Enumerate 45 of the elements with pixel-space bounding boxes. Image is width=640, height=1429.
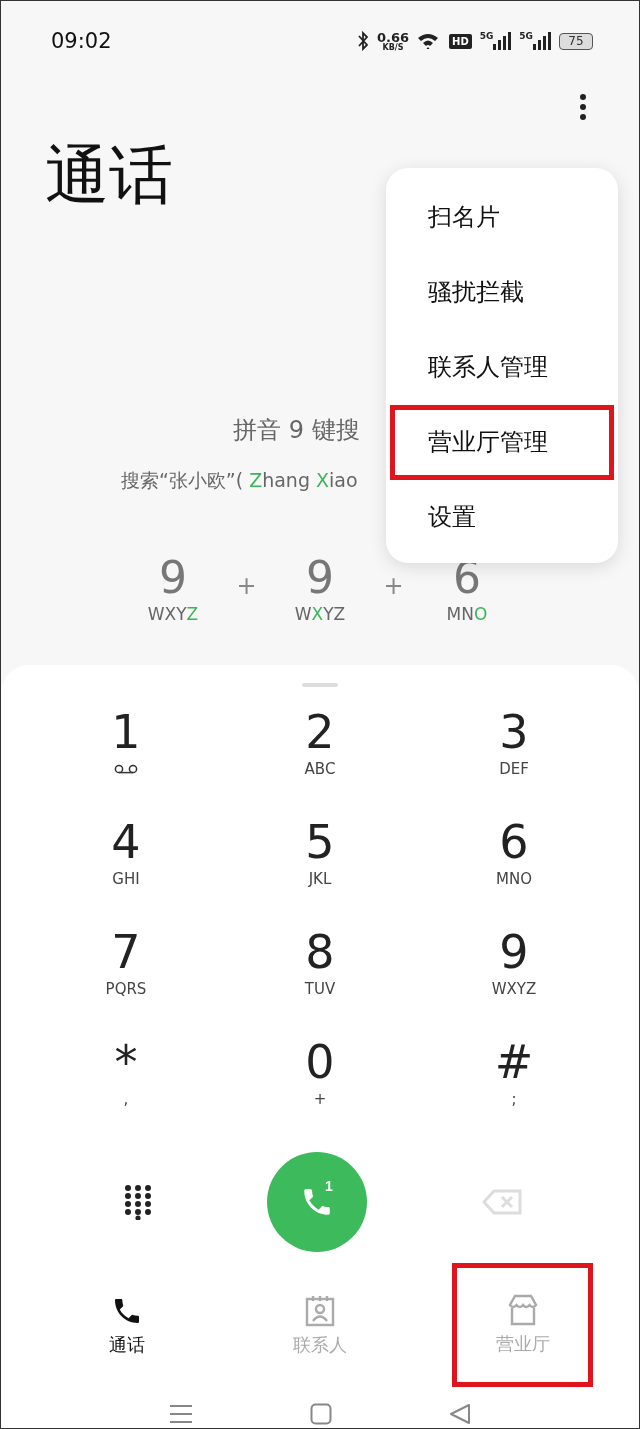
wifi-icon <box>417 32 441 50</box>
hint-letters: WXYZ <box>147 603 199 624</box>
hint-digit: 9 <box>306 555 334 600</box>
hint-example: 搜索“张小欧”( Zhang Xiao <box>121 467 358 493</box>
page-title: 通话 <box>45 137 174 214</box>
hint-title: 拼音 9 键搜 <box>233 414 360 446</box>
battery-indicator: 75 <box>559 32 593 50</box>
menu-item[interactable]: 设置 <box>386 480 618 555</box>
drag-handle[interactable] <box>302 683 338 687</box>
hint-letters: WXYZ <box>294 603 346 624</box>
dial-key[interactable]: 4 GHI <box>29 817 223 927</box>
menu-item[interactable]: 扫名片 <box>386 180 618 255</box>
menu-item[interactable]: 营业厅管理 <box>390 405 614 480</box>
keypad-icon[interactable] <box>124 1184 153 1220</box>
menu-icon[interactable] <box>169 1404 194 1424</box>
back-icon[interactable] <box>448 1403 471 1425</box>
dial-key[interactable]: 3 DEF <box>417 707 611 817</box>
hint-letters: MNO <box>446 603 488 624</box>
plus-sign: + <box>382 571 405 600</box>
signal-indicator: 5G <box>479 32 512 50</box>
menu-item[interactable]: 骚扰拦截 <box>386 255 618 330</box>
dial-key[interactable]: 0 + <box>223 1037 417 1147</box>
dial-key[interactable]: 7 PQRS <box>29 927 223 1037</box>
more-icon[interactable] <box>579 93 587 121</box>
signal-indicator: 5G <box>519 32 551 50</box>
bluetooth-icon <box>356 31 369 51</box>
contact-card-icon <box>304 1295 336 1327</box>
dial-key[interactable]: 9 WXYZ <box>417 927 611 1037</box>
hint-digit: 9 <box>159 555 187 600</box>
dial-key[interactable]: 1 <box>29 707 223 817</box>
home-icon[interactable] <box>310 1403 332 1425</box>
dial-key[interactable]: # ; <box>417 1037 611 1147</box>
network-speed: 0.66 KB/S <box>376 30 409 52</box>
dial-key[interactable]: 2 ABC <box>223 707 417 817</box>
voicemail-icon <box>114 763 138 774</box>
plus-sign: + <box>235 571 258 600</box>
dial-key[interactable]: * , <box>29 1037 223 1147</box>
dial-key[interactable]: 5 JKL <box>223 817 417 927</box>
dial-key[interactable]: 8 TUV <box>223 927 417 1037</box>
menu-item[interactable]: 联系人管理 <box>386 330 618 405</box>
hd-badge: HD <box>449 33 472 49</box>
dial-key[interactable]: 6 MNO <box>417 817 611 927</box>
status-time: 09:02 <box>51 29 112 53</box>
store-icon <box>506 1294 539 1326</box>
tab[interactable]: 通话 <box>109 1295 146 1357</box>
